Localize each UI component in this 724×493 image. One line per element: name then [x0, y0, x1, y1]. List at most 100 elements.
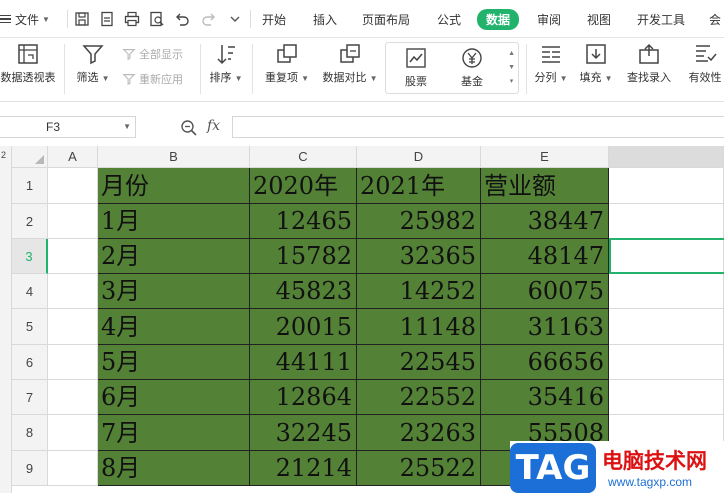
cell-f4[interactable] — [609, 274, 724, 309]
stock-button[interactable]: 股票 — [396, 46, 436, 89]
cell-e5[interactable]: 31163 — [481, 309, 609, 345]
cell-e1[interactable]: 营业额 — [481, 168, 609, 204]
cell-d3[interactable]: 32365 — [357, 239, 481, 274]
reapply-button[interactable]: 重新应用 — [122, 71, 183, 87]
tab-page-layout[interactable]: 页面布局 — [362, 11, 410, 28]
cell-e7[interactable]: 35416 — [481, 380, 609, 415]
cell-c4[interactable]: 45823 — [250, 274, 357, 309]
tab-data[interactable]: 数据 — [477, 9, 520, 30]
cell-b3[interactable]: 2月 — [98, 239, 250, 274]
print-icon[interactable] — [123, 10, 141, 28]
cell-b1[interactable]: 月份 — [98, 168, 250, 204]
column-header-c[interactable]: C — [250, 146, 357, 168]
cell-f2[interactable] — [609, 204, 724, 239]
cell-f7[interactable] — [609, 380, 724, 415]
save-icon[interactable] — [73, 10, 91, 28]
cell-a9[interactable] — [48, 451, 98, 486]
cell-b6[interactable]: 5月 — [98, 345, 250, 380]
cell-c2[interactable]: 12465 — [250, 204, 357, 239]
filter-button[interactable]: 筛选 ▼ — [72, 42, 114, 85]
quick-access-dropdown-icon[interactable] — [226, 10, 244, 28]
cell-a7[interactable] — [48, 380, 98, 415]
fund-button[interactable]: 基金 — [452, 46, 492, 89]
pivot-table-button[interactable]: 数据透视表 — [0, 42, 58, 85]
cell-b9[interactable]: 8月 — [98, 451, 250, 486]
cell-e6[interactable]: 66656 — [481, 345, 609, 380]
function-icon[interactable]: fx — [207, 118, 220, 134]
cell-d9[interactable]: 25522 — [357, 451, 481, 486]
cell-c7[interactable]: 12864 — [250, 380, 357, 415]
redo-icon[interactable] — [200, 10, 218, 28]
cell-c6[interactable]: 44111 — [250, 345, 357, 380]
column-header-f[interactable] — [609, 146, 724, 168]
export-pdf-icon[interactable] — [98, 10, 116, 28]
tab-formulas[interactable]: 公式 — [437, 11, 461, 28]
outline-level-bar[interactable]: 2 — [0, 146, 12, 493]
column-header-b[interactable]: B — [98, 146, 250, 168]
cell-c5[interactable]: 20015 — [250, 309, 357, 345]
tab-insert[interactable]: 插入 — [313, 11, 337, 28]
formula-input[interactable] — [232, 116, 724, 138]
gallery-scroll[interactable]: ▲ ▼ ▾ — [508, 47, 515, 89]
tab-developer[interactable]: 开发工具 — [637, 11, 685, 28]
row-header-7[interactable]: 7 — [12, 380, 48, 415]
cell-d1[interactable]: 2021年 — [357, 168, 481, 204]
cell-b7[interactable]: 6月 — [98, 380, 250, 415]
column-header-d[interactable]: D — [357, 146, 481, 168]
row-header-8[interactable]: 8 — [12, 415, 48, 451]
row-header-9[interactable]: 9 — [12, 451, 48, 486]
show-all-button[interactable]: 全部显示 — [122, 46, 183, 62]
cell-d6[interactable]: 22545 — [357, 345, 481, 380]
cell-d5[interactable]: 11148 — [357, 309, 481, 345]
sort-button[interactable]: 排序 ▼ — [208, 42, 244, 85]
row-header-2[interactable]: 2 — [12, 204, 48, 239]
cell-a1[interactable] — [48, 168, 98, 204]
cell-d4[interactable]: 14252 — [357, 274, 481, 309]
row-header-5[interactable]: 5 — [12, 309, 48, 345]
cell-d8[interactable]: 23263 — [357, 415, 481, 451]
row-header-3[interactable]: 3 — [12, 239, 48, 274]
cell-d2[interactable]: 25982 — [357, 204, 481, 239]
cell-b5[interactable]: 4月 — [98, 309, 250, 345]
tab-more[interactable]: 会 — [709, 11, 721, 28]
cell-c3[interactable]: 15782 — [250, 239, 357, 274]
cell-f5[interactable] — [609, 309, 724, 345]
cell-a3[interactable] — [48, 239, 98, 274]
cell-b4[interactable]: 3月 — [98, 274, 250, 309]
cell-a5[interactable] — [48, 309, 98, 345]
cell-e3[interactable]: 48147 — [481, 239, 609, 274]
row-header-6[interactable]: 6 — [12, 345, 48, 380]
undo-icon[interactable] — [173, 10, 191, 28]
tab-home[interactable]: 开始 — [262, 11, 286, 28]
validation-button[interactable]: 有效性 — [683, 42, 724, 85]
row-header-1[interactable]: 1 — [12, 168, 48, 204]
name-box[interactable]: F3 ▼ — [0, 116, 136, 138]
split-column-button[interactable]: 分列 ▼ — [533, 42, 569, 85]
print-preview-icon[interactable] — [148, 10, 166, 28]
zoom-icon[interactable] — [180, 119, 198, 137]
cell-b2[interactable]: 1月 — [98, 204, 250, 239]
fill-button[interactable]: 填充 ▼ — [576, 42, 616, 85]
tab-review[interactable]: 审阅 — [537, 11, 561, 28]
cell-f1[interactable] — [609, 168, 724, 204]
column-header-e[interactable]: E — [481, 146, 609, 168]
cell-c8[interactable]: 32245 — [250, 415, 357, 451]
cell-a6[interactable] — [48, 345, 98, 380]
data-compare-button[interactable]: 数据对比 ▼ — [320, 42, 380, 85]
cell-b8[interactable]: 7月 — [98, 415, 250, 451]
cell-c9[interactable]: 21214 — [250, 451, 357, 486]
lookup-entry-button[interactable]: 查找录入 — [622, 42, 676, 85]
row-header-4[interactable]: 4 — [12, 274, 48, 309]
cell-e2[interactable]: 38447 — [481, 204, 609, 239]
duplicates-button[interactable]: 重复项 ▼ — [262, 42, 312, 85]
cell-a4[interactable] — [48, 274, 98, 309]
cell-c1[interactable]: 2020年 — [250, 168, 357, 204]
cell-f6[interactable] — [609, 345, 724, 380]
cell-a8[interactable] — [48, 415, 98, 451]
file-menu[interactable]: 文件 ▼ — [0, 9, 50, 29]
tab-view[interactable]: 视图 — [587, 11, 611, 28]
column-header-a[interactable]: A — [48, 146, 98, 168]
cell-a2[interactable] — [48, 204, 98, 239]
cell-e4[interactable]: 60075 — [481, 274, 609, 309]
cell-d7[interactable]: 22552 — [357, 380, 481, 415]
